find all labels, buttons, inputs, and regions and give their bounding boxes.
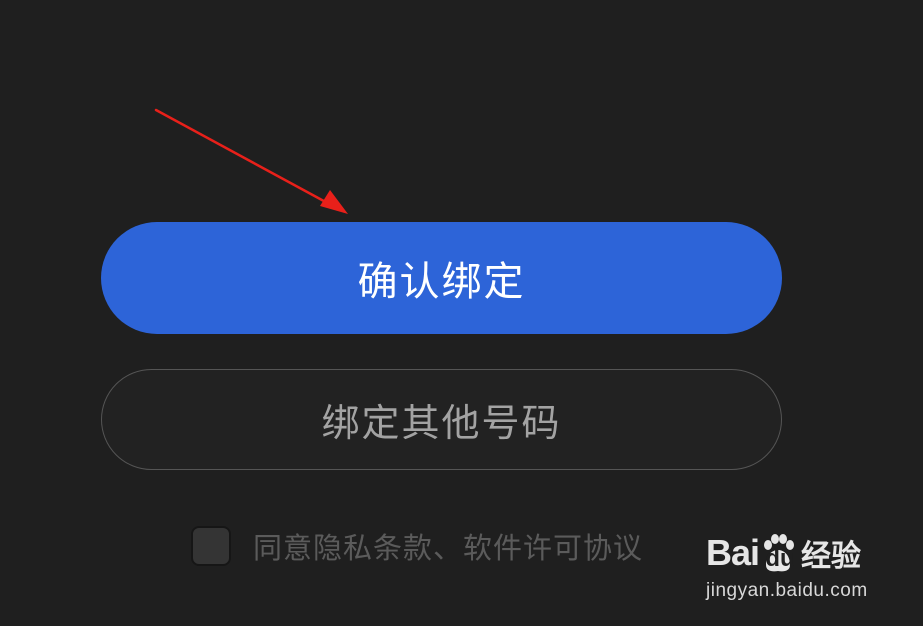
watermark-url: jingyan.baidu.com <box>706 580 868 601</box>
agreement-checkbox[interactable] <box>191 526 231 566</box>
confirm-bind-button[interactable]: 确认绑定 <box>101 222 782 334</box>
baidu-jingyan-watermark: Bai du 经验 jingyan.baidu.com <box>706 528 906 608</box>
agreement-label[interactable]: 同意隐私条款、软件许可协议 <box>253 525 643 567</box>
bind-other-number-label: 绑定其他号码 <box>321 401 562 445</box>
watermark-logo: Bai du 经验 <box>706 528 906 578</box>
bind-other-number-button[interactable]: 绑定其他号码 <box>101 369 782 470</box>
watermark-brand-du: du <box>765 545 795 572</box>
watermark-brand-suffix: 经验 <box>801 539 862 574</box>
confirm-bind-label: 确认绑定 <box>357 259 526 305</box>
watermark-brand-prefix: Bai <box>706 532 760 573</box>
agreement-row: 同意隐私条款、软件许可协议 <box>191 524 643 568</box>
